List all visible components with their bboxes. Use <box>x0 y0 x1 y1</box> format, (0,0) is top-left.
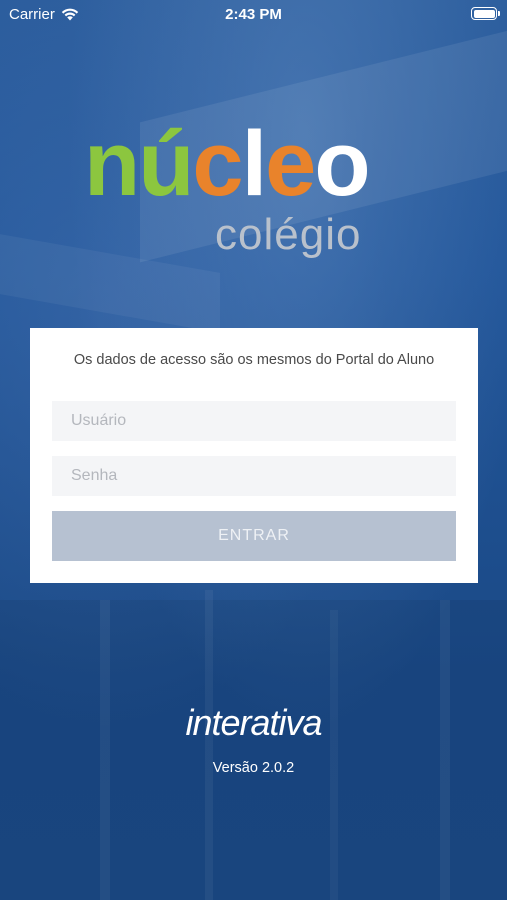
logo-letter: l <box>241 113 268 215</box>
password-input[interactable] <box>52 456 456 496</box>
interativa-logo: interativa <box>185 702 322 743</box>
login-button[interactable]: ENTRAR <box>52 511 456 561</box>
logo-letter: e <box>265 113 316 215</box>
battery-icon <box>471 7 500 20</box>
username-input[interactable] <box>52 401 456 441</box>
logo-subtitle: colégio <box>215 210 362 259</box>
app-version: Versão 2.0.2 <box>212 760 295 776</box>
logo-letter: c <box>192 113 243 215</box>
school-logo: núcleo colégio <box>0 118 507 268</box>
login-card: Os dados de acesso são os mesmos do Port… <box>30 328 478 583</box>
logo-wordmark: núcleo <box>84 113 371 215</box>
status-bar: Carrier 2:43 PM <box>0 0 507 28</box>
logo-letter: ú <box>138 113 194 215</box>
logo-letter: o <box>314 113 370 215</box>
logo-letter: n <box>84 113 140 215</box>
login-notice: Os dados de acesso são os mesmos do Port… <box>73 352 435 368</box>
status-time: 2:43 PM <box>225 6 282 23</box>
